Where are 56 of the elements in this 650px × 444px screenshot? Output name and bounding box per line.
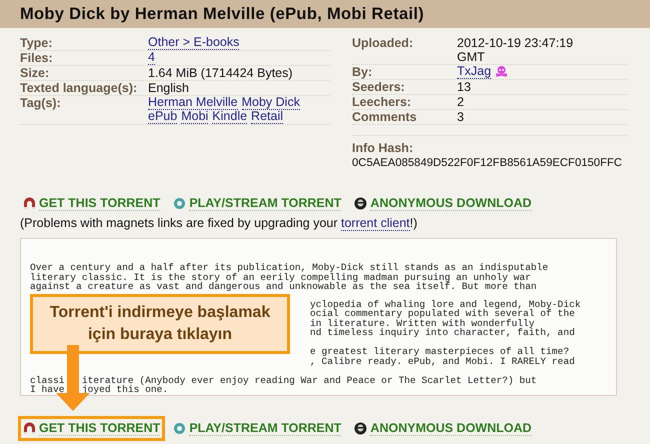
uploader-link[interactable]: TxJag: [457, 65, 492, 79]
detail-label: Seeders:: [352, 80, 406, 94]
detail-value: 3: [457, 110, 465, 124]
detail-label: By:: [352, 65, 374, 79]
download-link[interactable]: ANONYMOUS DOWNLOAD: [349, 191, 537, 216]
detail-value: 13: [457, 80, 472, 94]
download-link[interactable]: PLAY/STREAM TORRENT: [168, 191, 346, 216]
detail-value: 1.64 MiB (1714424 Bytes): [148, 66, 294, 80]
detail-link[interactable]: Mobi: [181, 110, 208, 124]
detail-link[interactable]: Kindle: [212, 110, 248, 124]
magnet-note: (Problems with magnets links are fixed by upgrading your torrent client!): [19, 216, 418, 230]
detail-link[interactable]: Moby Dick: [242, 96, 300, 110]
detail-value: 2012-10-19 23:47:19 GMT: [457, 36, 574, 64]
circle-icon: [173, 422, 186, 434]
description-line: ocial commentary populated with several of the: [310, 309, 575, 318]
detail-link[interactable]: 4: [148, 51, 155, 65]
detail-value: 2: [457, 95, 465, 109]
mask-icon: [354, 422, 368, 434]
download-link[interactable]: GET THIS TORRENT: [18, 416, 166, 440]
detail-link[interactable]: Other > E-books: [148, 36, 240, 50]
description-line: yclopedia of whaling lore and legend, Moby-Dick: [310, 300, 582, 309]
detail-link[interactable]: Herman Melville: [148, 96, 238, 110]
detail-label: Leechers:: [352, 95, 412, 109]
detail-link[interactable]: ePub: [148, 110, 178, 124]
description-line: e greatest literary masterpieces of all time?: [310, 347, 570, 356]
description-line: iterature (Anybody ever enjoy reading War and Peace or The Scarlet Letter?) but: [82, 376, 537, 385]
detail-link[interactable]: Retail: [251, 110, 284, 124]
download-link[interactable]: GET THIS TORRENT: [18, 191, 166, 216]
circle-icon: [173, 197, 186, 210]
page-title: Moby Dick by Herman Melville (ePub, Mobi Retail): [0, 0, 650, 28]
info-hash: 0C5AEA085849D522F0F12FB8561A59ECF0150FFC: [352, 156, 624, 171]
detail-value: English: [148, 81, 190, 95]
description-line: Over a century and a half after its publication, Moby-Dick still stands as an indisputable: [30, 263, 550, 272]
detail-label: Tag(s):: [20, 96, 62, 112]
detail-label: Files:: [20, 51, 54, 65]
magnet-icon: [23, 197, 36, 210]
detail-label: Texted language(s):: [20, 81, 138, 95]
detail-label: Comments: [352, 110, 418, 124]
detail-label: Uploaded:: [352, 36, 414, 52]
description-line: nd timeless inquiry into character, faith, and: [310, 328, 576, 338]
description-line: in literature. Written with wonderfully: [310, 318, 535, 328]
client-link[interactable]: torrent client: [340, 216, 410, 231]
description-line: classi: [30, 376, 65, 385]
description-line: I have: [30, 385, 65, 394]
description-line: , Calibre ready. ePub, and Mobi. I RARELY read: [310, 356, 576, 366]
description-line: against a creature as vast and dangerous and unknowable as the sea itself. But more than: [30, 282, 538, 292]
callout-box: Torrent'i indirmeye başlamak için buraya tıklayın: [30, 294, 290, 354]
detail-label: Size:: [20, 66, 50, 80]
detail-label: Info Hash:: [352, 141, 414, 156]
download-link[interactable]: PLAY/STREAM TORRENT: [168, 416, 346, 440]
mask-icon: [354, 197, 368, 210]
detail-label: Type:: [20, 36, 54, 50]
description-line: joyed this one.: [82, 385, 168, 394]
description-line: literary classic. It is the story of an eerily compelling madman pursuing an unholy war: [30, 272, 531, 282]
magnet-icon: [23, 422, 36, 434]
download-link[interactable]: ANONYMOUS DOWNLOAD: [349, 416, 537, 440]
